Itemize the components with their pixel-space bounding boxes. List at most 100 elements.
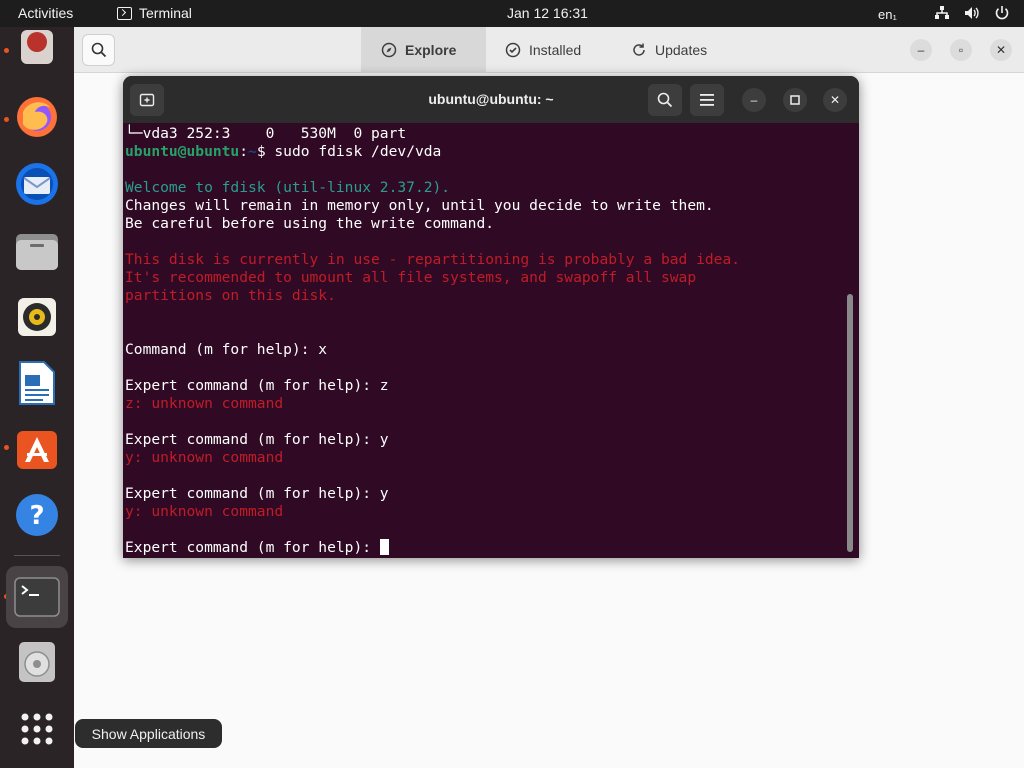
terminal-search-button[interactable] [648,84,682,116]
terminal-line: Expert command (m for help): [125,539,845,557]
terminal-text: Welcome to fdisk (util-linux 2.37.2). [125,179,451,196]
network-icon[interactable] [934,5,950,21]
tab-explore[interactable]: Explore [361,27,486,73]
power-icon[interactable] [994,5,1010,21]
terminal-line: partitions on this disk. [125,287,845,305]
dock-item-writer[interactable] [6,352,68,414]
terminal-menu-button[interactable] [690,84,724,116]
terminal-line: y: unknown command [125,503,845,521]
terminal-line: Welcome to fdisk (util-linux 2.37.2). [125,179,845,197]
thunderbird-icon [16,163,58,205]
clock[interactable]: Jan 12 16:31 [507,5,588,21]
terminal-maximize-button[interactable] [783,88,807,112]
minimize-icon: – [917,43,925,57]
terminal-window: ubuntu@ubuntu: ~ – ✕ └─vda3 252:3 0 530M… [123,76,859,558]
terminal-text: └─vda3 252:3 0 530M 0 part [125,125,407,142]
terminal-line: Expert command (m for help): z [125,377,845,395]
system-tray[interactable] [934,5,1010,21]
dock-item-software[interactable] [6,418,68,480]
terminal-text: Expert command (m for help): z [125,377,389,394]
search-button[interactable] [82,34,115,66]
partial-app-icon [21,30,53,64]
dock-item-help[interactable]: ? [6,484,68,546]
terminal-line: This disk is currently in use - repartit… [125,251,845,269]
terminal-header-bar: ubuntu@ubuntu: ~ – ✕ [123,76,859,123]
restore-button[interactable]: ▫ [950,39,972,61]
firefox-icon [17,97,57,137]
minimize-icon: – [750,93,758,107]
terminal-text: This disk is currently in use - repartit… [125,251,741,268]
terminal-line: z: unknown command [125,395,845,413]
minimize-button[interactable]: – [910,39,932,61]
compass-icon [381,42,397,58]
terminal-text: Command (m for help): x [125,341,328,358]
dock-separator [14,555,60,556]
tab-label: Installed [529,42,582,58]
restore-icon: ▫ [958,43,964,57]
terminal-line: Expert command (m for help): y [125,485,845,503]
terminal-line: Be careful before using the write comman… [125,215,845,233]
check-circle-icon [505,42,521,58]
dock-item-rhythmbox[interactable] [6,286,68,348]
terminal-line: Expert command (m for help): y [125,431,845,449]
dock-item-show-apps[interactable] [6,698,68,760]
hamburger-menu-icon [700,94,714,106]
terminal-line: It's recommended to umount all file syst… [125,269,845,287]
terminal-scrollbar[interactable] [847,294,853,552]
terminal-line: y: unknown command [125,449,845,467]
refresh-icon [633,43,645,56]
terminal-minimize-button[interactable]: – [742,88,766,112]
show-applications-tooltip: Show Applications [75,719,222,748]
dock-item-disc[interactable] [6,631,68,693]
terminal-text: y: unknown command [125,503,284,520]
input-language-indicator[interactable]: en₁ [878,7,897,22]
terminal-output[interactable]: └─vda3 252:3 0 530M 0 part ubuntu@ubuntu:… [125,125,845,557]
close-button[interactable]: ✕ [990,39,1012,61]
search-icon [91,42,106,58]
terminal-line: Changes will remain in memory only, unti… [125,197,845,215]
svg-text:?: ? [29,501,44,531]
terminal-text: Changes will remain in memory only, unti… [125,197,714,214]
terminal-line: ubuntu@ubuntu:~$ sudo fdisk /dev/vda [125,143,845,161]
close-icon: ✕ [995,43,1007,57]
terminal-close-button[interactable]: ✕ [823,88,847,112]
volume-icon[interactable] [964,5,980,21]
ubuntu-software-icon [17,431,57,469]
tab-installed[interactable]: Installed [485,27,610,73]
dock-item-terminal[interactable] [6,566,68,628]
software-header-bar: Explore Installed Updates – ▫ ✕ [74,27,1024,73]
maximize-icon [790,95,800,105]
terminal-text: ubuntu@ubuntu [125,143,240,160]
rhythmbox-icon [18,298,56,336]
app-menu[interactable]: Terminal [117,5,192,21]
help-icon: ? [16,494,58,536]
dock-item-files-cabinet[interactable] [6,17,68,79]
disc-icon [19,642,55,682]
terminal-icon [14,577,60,617]
dock: ? [0,27,74,768]
app-menu-label: Terminal [139,5,192,21]
terminal-line: └─vda3 252:3 0 530M 0 part [125,125,845,143]
dock-item-files[interactable] [6,220,68,282]
terminal-cursor [379,539,389,555]
app-grid-icon [21,713,53,745]
terminal-text: $ sudo fdisk /dev/vda [256,143,442,160]
tab-updates[interactable]: Updates [611,27,736,73]
top-bar: Activities Terminal Jan 12 16:31 en₁ [0,0,1024,27]
dock-item-thunderbird[interactable] [6,153,68,215]
terminal-text: It's recommended to umount all file syst… [125,269,697,286]
terminal-text: ~ [248,143,257,160]
terminal-text: z: unknown command [125,395,284,412]
libreoffice-writer-icon [19,361,55,405]
tab-label: Explore [405,42,457,58]
terminal-text: partitions on this disk. [125,287,336,304]
dock-item-firefox[interactable] [6,86,68,148]
search-icon [657,92,673,108]
